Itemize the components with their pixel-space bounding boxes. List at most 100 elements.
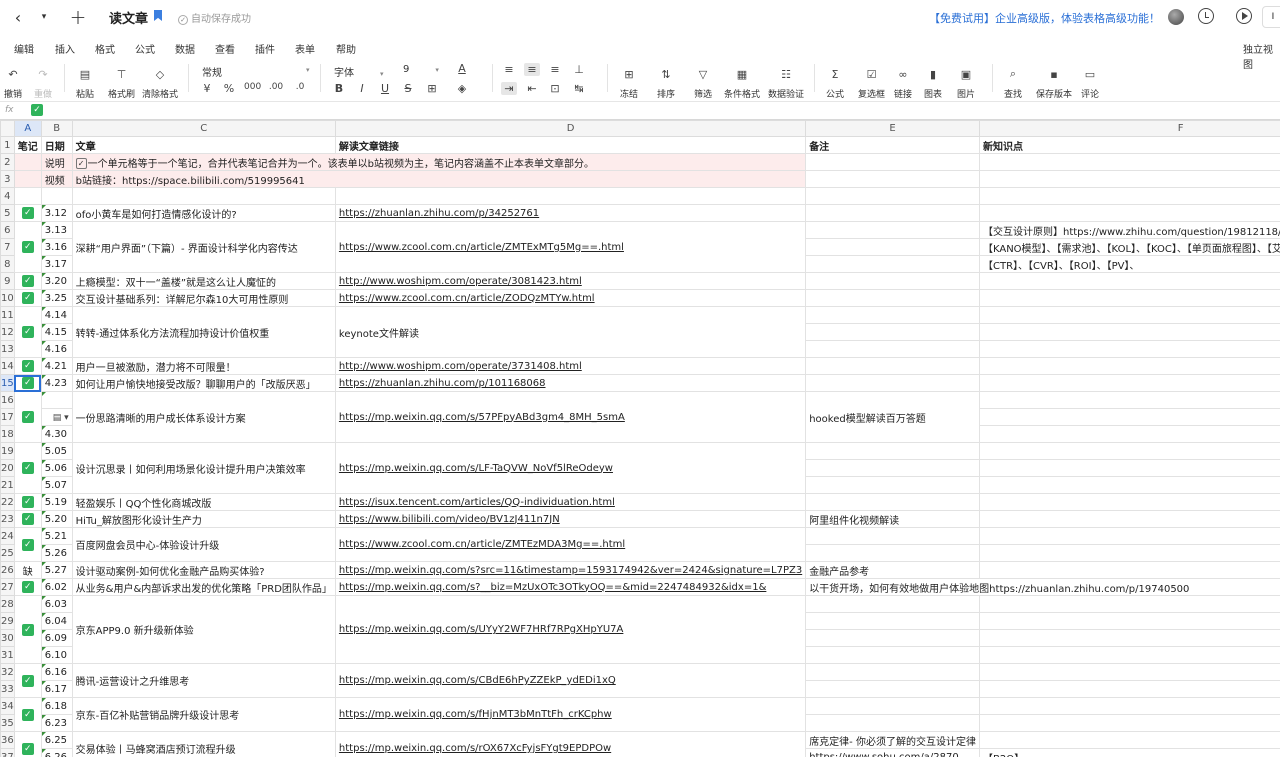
note-checkbox[interactable]: ✓ — [13, 697, 42, 732]
note-checkbox[interactable]: ✓ — [13, 663, 42, 698]
row-header[interactable]: 14 — [0, 357, 15, 375]
cell-f1[interactable]: 新知识点 — [978, 136, 1280, 154]
date-cell[interactable]: 5.21 — [40, 527, 73, 545]
row-header[interactable]: 1 — [0, 136, 15, 154]
image-button[interactable]: ▣ 图片 — [957, 66, 975, 101]
document-title[interactable]: 读文章 — [109, 8, 148, 27]
date-cell[interactable]: 6.25 — [40, 731, 73, 749]
present-icon[interactable] — [1236, 8, 1252, 24]
decimal-decrease-button[interactable]: .0 — [292, 82, 308, 92]
row-header[interactable]: 2 — [0, 153, 15, 171]
link-cell[interactable]: https://mp.weixin.qq.com/s/LF-TaQVW_NoVf… — [334, 442, 807, 494]
row-header[interactable]: 10 — [0, 289, 15, 307]
menu-view[interactable]: 查看 — [215, 41, 235, 56]
cell[interactable] — [805, 629, 980, 647]
cell[interactable] — [978, 680, 1280, 698]
filter-button[interactable]: ▽ 筛选 — [694, 66, 712, 101]
column-header-c[interactable]: C — [71, 120, 336, 137]
cell-e1[interactable]: 备注 — [805, 136, 980, 154]
row-header[interactable]: 21 — [0, 476, 15, 494]
cell[interactable] — [805, 595, 980, 613]
article-cell[interactable]: ofo小黄车是如何打造情感化设计的? — [71, 204, 336, 222]
date-cell[interactable]: 5.27 — [40, 561, 73, 579]
row-header[interactable]: 17 — [0, 408, 15, 426]
date-cell[interactable]: 6.23 — [40, 714, 73, 732]
row-header[interactable]: 9 — [0, 272, 15, 290]
font-size-select[interactable]: 9 ▾ — [403, 64, 439, 75]
row-header[interactable]: 3 — [0, 170, 15, 188]
date-cell[interactable]: 6.17 — [40, 680, 73, 698]
cell[interactable] — [805, 663, 980, 681]
menu-help[interactable]: 帮助 — [336, 41, 356, 56]
note-checkbox[interactable]: ✓ — [13, 289, 42, 307]
overflow-icon[interactable]: ⇤ — [524, 82, 540, 95]
thousands-button[interactable]: 000 — [244, 82, 261, 92]
align-left-icon[interactable]: ≡ — [501, 63, 517, 76]
align-center-icon[interactable]: ≡ — [524, 63, 540, 76]
row-header[interactable]: 25 — [0, 544, 15, 562]
row-header[interactable]: 29 — [0, 612, 15, 630]
underline-button[interactable]: U — [377, 82, 393, 95]
link-button[interactable]: ∞ 链接 — [894, 66, 912, 101]
knowledge-cell[interactable]: 【KANO模型】、【需求池】、【KOL】、【KOC】、【单页面旅程图】、【艾森豪… — [978, 238, 1280, 256]
cell[interactable] — [978, 306, 1280, 324]
article-cell[interactable]: 从业务&用户&内部诉求出发的优化策略「PRD团队作品」 — [71, 578, 336, 596]
cell[interactable] — [805, 357, 980, 375]
date-cell[interactable]: 4.30 — [40, 425, 73, 443]
redo-button[interactable]: ↷ 重做 — [34, 66, 52, 101]
date-cell[interactable]: 3.17 — [40, 255, 73, 273]
cell-a1[interactable]: 笔记 — [13, 136, 42, 154]
paste-options-icon[interactable]: ▤ ▾ — [53, 413, 69, 423]
cell[interactable] — [978, 527, 1280, 545]
row-header[interactable]: 26 — [0, 561, 15, 579]
row-header[interactable]: 8 — [0, 255, 15, 273]
row-header[interactable]: 33 — [0, 680, 15, 698]
row-header[interactable]: 36 — [0, 731, 15, 749]
border-icon[interactable]: ⊞ — [424, 82, 440, 95]
article-cell[interactable]: 设计沉思录丨如何利用场景化设计提升用户决策效率 — [71, 442, 336, 494]
date-cell[interactable]: 6.09 — [40, 629, 73, 647]
cell[interactable] — [334, 187, 807, 205]
row-header[interactable]: 32 — [0, 663, 15, 681]
cell[interactable] — [805, 153, 980, 171]
link-cell[interactable]: https://mp.weixin.qq.com/s/CBdE6hPyZZEkP… — [334, 663, 807, 698]
article-cell[interactable]: 京东APP9.0 新升级新体验 — [71, 595, 336, 664]
link-cell[interactable]: https://www.zcool.com.cn/article/ZODQzMT… — [334, 289, 807, 307]
row-header[interactable]: 6 — [0, 221, 15, 239]
note-checkbox[interactable]: ✓ — [13, 527, 42, 562]
date-cell[interactable]: 5.05 — [40, 442, 73, 460]
cell[interactable] — [805, 255, 980, 273]
row-header[interactable]: 35 — [0, 714, 15, 732]
cell[interactable] — [978, 408, 1280, 426]
cell[interactable] — [978, 153, 1280, 171]
cell[interactable] — [978, 187, 1280, 205]
currency-button[interactable]: ¥ — [199, 82, 215, 95]
cell[interactable] — [805, 493, 980, 511]
strikethrough-button[interactable]: S — [400, 82, 416, 95]
note-checkbox[interactable]: ✓ — [13, 510, 42, 528]
article-cell[interactable]: 轻盈娱乐丨QQ个性化商城改版 — [71, 493, 336, 511]
link-cell[interactable]: http://www.woshipm.com/operate/3081423.h… — [334, 272, 807, 290]
cell[interactable] — [978, 323, 1280, 341]
text-rotate-icon[interactable]: ↹ — [571, 82, 587, 95]
cell[interactable] — [978, 170, 1280, 188]
promo-link[interactable]: 【免费试用】企业高级版，体验表格高级功能！ — [929, 10, 1160, 26]
link-cell[interactable]: https://isux.tencent.com/articles/QQ-ind… — [334, 493, 807, 511]
cell[interactable]: 视频 — [40, 170, 73, 188]
freeze-button[interactable]: ⊞ 冻结 — [620, 66, 638, 101]
article-cell[interactable]: 百度网盘会员中心-体验设计升级 — [71, 527, 336, 562]
column-header-a[interactable]: A — [13, 120, 42, 137]
date-cell[interactable] — [40, 391, 73, 409]
note-checkbox[interactable]: ✓ — [13, 391, 42, 443]
note-checkbox[interactable]: ✓ — [13, 357, 42, 375]
link-cell[interactable]: keynote文件解读 — [334, 306, 807, 358]
find-button[interactable]: ⌕ 查找 — [1004, 66, 1022, 100]
cell[interactable] — [978, 510, 1280, 528]
note-checkbox[interactable]: ✓ — [13, 731, 42, 757]
note-checkbox[interactable]: ✓ — [13, 272, 42, 290]
link-cell[interactable]: https://zhuanlan.zhihu.com/p/34252761 — [334, 204, 807, 222]
cell[interactable] — [13, 187, 42, 205]
cell[interactable] — [805, 221, 980, 239]
percent-button[interactable]: % — [221, 82, 237, 95]
undo-button[interactable]: ↶ 撤销 — [4, 66, 22, 101]
